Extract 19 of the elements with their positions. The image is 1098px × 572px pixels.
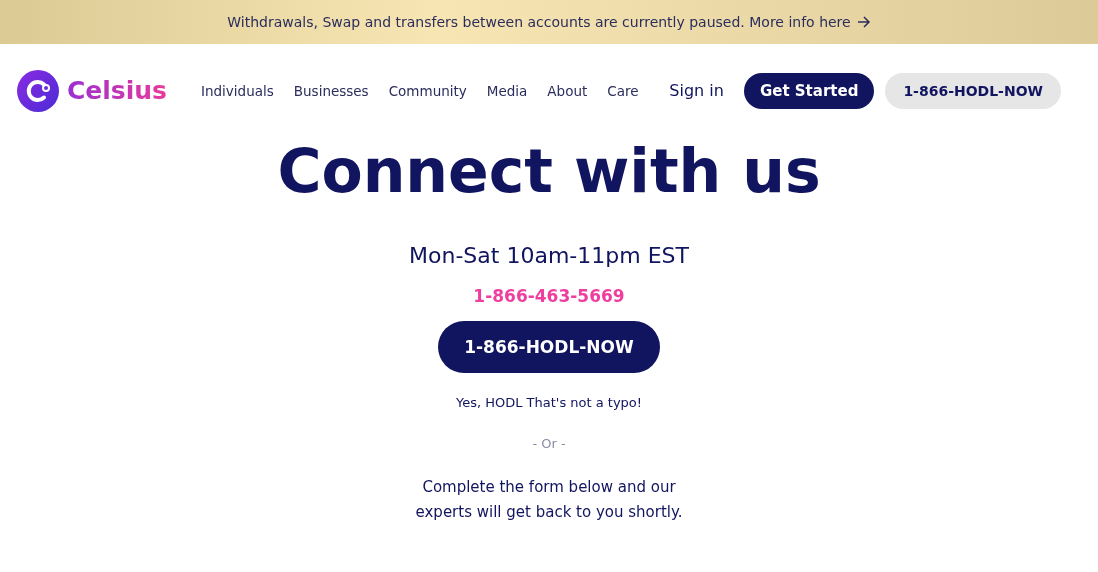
nav-link[interactable]: About	[547, 82, 588, 99]
phone-button[interactable]: 1-866-HODL-NOW	[885, 72, 1061, 109]
nav-link[interactable]: Community	[388, 82, 467, 99]
logo-icon[interactable]	[17, 69, 59, 112]
nav-link[interactable]: Care	[607, 82, 639, 99]
note-text: Yes, HODL That's not a typo!	[455, 395, 643, 410]
or-divider: - Or -	[532, 436, 566, 451]
hodl-button[interactable]: 1-866-HODL-NOW	[438, 321, 660, 373]
form-intro-text: Complete the form below and our experts will get back to you shortly.	[414, 477, 684, 523]
banner-text[interactable]: Withdrawals, Swap and transfers between accounts are currently paused. More info here	[227, 14, 851, 30]
phone-link[interactable]: 1-866-463-5669	[473, 286, 625, 306]
page-title: Connect with us	[277, 135, 821, 208]
hours-text: Mon-Sat 10am-11pm EST	[409, 243, 689, 268]
arrow-right-icon[interactable]	[856, 16, 871, 28]
nav-link[interactable]: Individuals	[201, 82, 274, 99]
sign-in-link[interactable]: Sign in	[669, 81, 724, 100]
nav-link[interactable]: Media	[486, 82, 528, 99]
nav-link[interactable]: Businesses	[293, 82, 369, 99]
get-started-button[interactable]: Get Started	[743, 72, 875, 109]
